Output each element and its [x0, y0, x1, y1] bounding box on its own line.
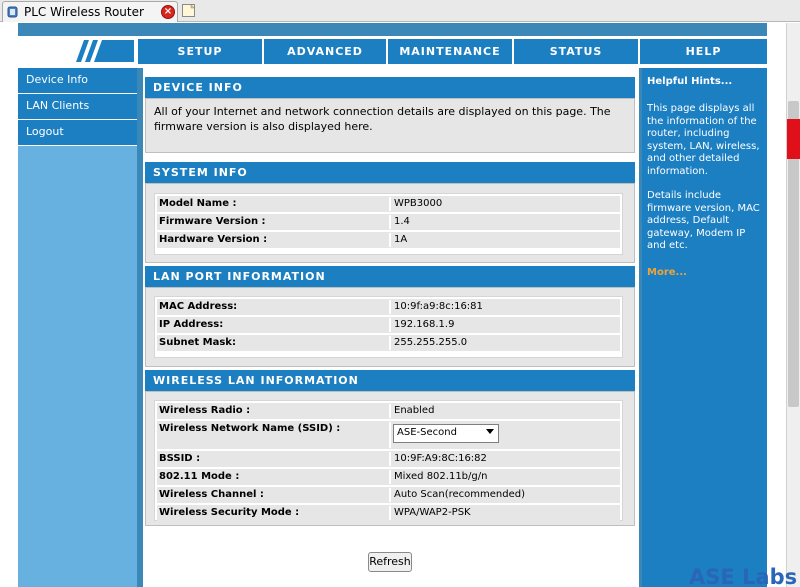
nav-setup[interactable]: SETUP — [138, 39, 264, 64]
header: SETUP ADVANCED MAINTENANCE STATUS HELP — [18, 36, 767, 68]
table-row: Subnet Mask: 255.255.255.0 — [157, 335, 620, 351]
sidebar-item-device-info[interactable]: Device Info — [18, 68, 137, 94]
wireless-heading: WIRELESS LAN INFORMATION — [145, 370, 635, 391]
dropdown-arrow-icon — [486, 429, 494, 434]
watermark: ASE Labs — [689, 565, 798, 587]
table-row: Wireless Network Name (SSID) : ASE-Secon… — [157, 421, 620, 449]
wireless-panel: Wireless Radio : Enabled Wireless Networ… — [145, 391, 635, 526]
nav-status[interactable]: STATUS — [514, 39, 640, 64]
nav-maintenance[interactable]: MAINTENANCE — [388, 39, 514, 64]
row-value: 1.4 — [389, 215, 620, 229]
nav-advanced[interactable]: ADVANCED — [264, 39, 388, 64]
ssid-selected-value: ASE-Second — [397, 427, 457, 438]
hints-more-link[interactable]: More... — [647, 267, 762, 278]
row-label: Wireless Security Mode : — [159, 507, 300, 518]
row-value: 255.255.255.0 — [389, 336, 620, 350]
row-label: Wireless Channel : — [159, 489, 264, 500]
browser-tab-bar: PLC Wireless Router × — [0, 0, 800, 22]
device-info-panel: All of your Internet and network connect… — [145, 98, 635, 153]
table-row: MAC Address: 10:9f:a9:8c:16:81 — [157, 299, 620, 315]
row-label: IP Address: — [159, 319, 224, 330]
system-info-heading: SYSTEM INFO — [145, 162, 635, 183]
row-value: Auto Scan(recommended) — [389, 488, 620, 502]
lan-port-panel: MAC Address: 10:9f:a9:8c:16:81 IP Addres… — [145, 287, 635, 367]
device-info-heading: DEVICE INFO — [145, 77, 635, 98]
refresh-button[interactable]: Refresh — [368, 552, 412, 572]
scrollbar[interactable] — [786, 23, 800, 587]
table-row: Hardware Version : 1A — [157, 232, 620, 248]
table-row: Wireless Channel : Auto Scan(recommended… — [157, 487, 620, 503]
row-value: 10:9f:a9:8c:16:81 — [389, 300, 620, 314]
row-value: Enabled — [389, 404, 620, 418]
close-icon[interactable]: × — [161, 5, 175, 19]
hints-title: Helpful Hints... — [647, 76, 733, 87]
table-row: Firmware Version : 1.4 — [157, 214, 620, 230]
hints-paragraph: Details include firmware version, MAC ad… — [647, 190, 760, 251]
wireless-table: Wireless Radio : Enabled Wireless Networ… — [154, 400, 623, 521]
row-label: Wireless Radio : — [159, 405, 251, 416]
row-value: 1A — [389, 233, 620, 247]
row-label: Wireless Network Name (SSID) : — [159, 423, 341, 434]
row-label: Subnet Mask: — [159, 337, 236, 348]
ssid-select[interactable]: ASE-Second — [393, 424, 499, 443]
sidebar: Device Info LAN Clients Logout — [18, 68, 137, 587]
tab-title: PLC Wireless Router — [24, 5, 144, 19]
system-info-table: Model Name : WPB3000 Firmware Version : … — [154, 193, 623, 255]
row-label: Firmware Version : — [159, 216, 266, 227]
row-label: Hardware Version : — [159, 234, 268, 245]
row-label: 802.11 Mode : — [159, 471, 240, 482]
table-row: Wireless Security Mode : WPA/WAP2-PSK — [157, 505, 620, 521]
table-row: IP Address: 192.168.1.9 — [157, 317, 620, 333]
page-viewport: SETUP ADVANCED MAINTENANCE STATUS HELP D… — [0, 23, 800, 587]
nav-help[interactable]: HELP — [640, 39, 767, 64]
lan-port-heading: LAN PORT INFORMATION — [145, 266, 635, 287]
row-value: 10:9F:A9:8C:16:82 — [389, 452, 620, 466]
globe-favicon-icon — [7, 6, 18, 18]
new-tab-icon[interactable] — [181, 3, 197, 18]
table-row: Model Name : WPB3000 — [157, 196, 620, 212]
row-value: Mixed 802.11b/g/n — [389, 470, 620, 484]
table-row: Wireless Radio : Enabled — [157, 403, 620, 419]
sidebar-item-logout[interactable]: Logout — [18, 120, 137, 146]
sidebar-item-lan-clients[interactable]: LAN Clients — [18, 94, 137, 120]
device-info-description: All of your Internet and network connect… — [154, 105, 611, 133]
system-info-panel: Model Name : WPB3000 Firmware Version : … — [145, 183, 635, 263]
router-frame: SETUP ADVANCED MAINTENANCE STATUS HELP D… — [18, 23, 767, 587]
table-row: BSSID : 10:9F:A9:8C:16:82 — [157, 451, 620, 467]
row-label: BSSID : — [159, 453, 201, 464]
main-content: DEVICE INFO All of your Internet and net… — [143, 68, 639, 587]
helpful-hints-panel: Helpful Hints... This page displays all … — [642, 68, 767, 587]
logo-slashes-icon — [76, 40, 134, 62]
page-gutter — [767, 23, 784, 587]
browser-tab[interactable]: PLC Wireless Router × — [2, 1, 178, 22]
table-row: 802.11 Mode : Mixed 802.11b/g/n — [157, 469, 620, 485]
lan-port-table: MAC Address: 10:9f:a9:8c:16:81 IP Addres… — [154, 296, 623, 358]
row-value: 192.168.1.9 — [389, 318, 620, 332]
scrollbar-marker — [787, 119, 800, 159]
row-label: MAC Address: — [159, 301, 238, 312]
row-label: Model Name : — [159, 198, 237, 209]
hints-paragraph: This page displays all the information o… — [647, 103, 760, 177]
row-value: WPB3000 — [389, 197, 620, 211]
row-value: WPA/WAP2-PSK — [389, 506, 620, 520]
top-navigation: SETUP ADVANCED MAINTENANCE STATUS HELP — [138, 39, 767, 64]
